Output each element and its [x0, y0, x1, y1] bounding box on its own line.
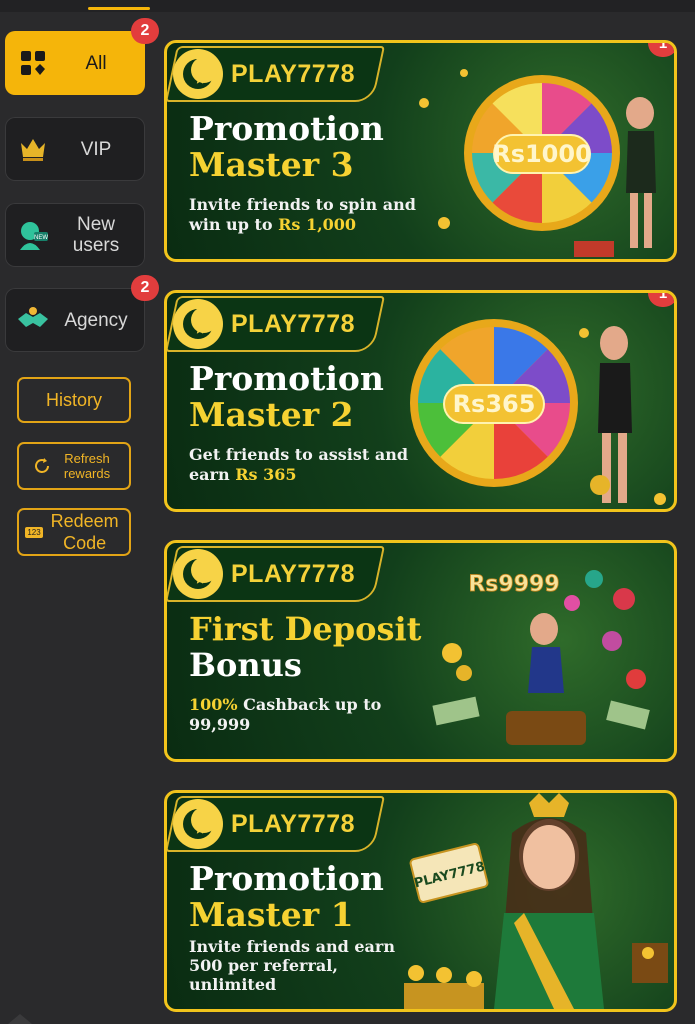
promo-card-first-deposit[interactable]: PLAY7778 First Deposit Bonus 100% Cashba… — [164, 540, 677, 762]
desc-line: 500 per referral, — [189, 956, 338, 975]
wheel-amount: Rs1000 — [492, 140, 592, 168]
desc-line: win up to Rs 1,000 — [189, 215, 357, 234]
redeem-code-label: Redeem Code — [50, 511, 119, 553]
brand-name: PLAY7778 — [231, 309, 355, 338]
top-bar — [0, 0, 695, 12]
crescent-moon-icon — [173, 549, 223, 599]
promo-title: Promotion — [189, 109, 384, 148]
desc-line: Get friends to assist and — [189, 445, 409, 464]
tab-indicator — [88, 7, 150, 10]
crown-icon — [13, 129, 53, 169]
sidebar-item-label: Agency — [64, 309, 128, 331]
sidebar-item-label: VIP — [80, 138, 112, 160]
crescent-moon-icon — [173, 49, 223, 99]
promo-title: First Deposit — [189, 610, 422, 648]
desc-line: 99,999 — [189, 715, 251, 734]
refresh-rewards-button[interactable]: Refresh rewards — [17, 442, 131, 490]
crescent-moon-icon — [173, 799, 223, 849]
deposit-bonus-art: Rs9999 — [404, 543, 674, 759]
refresh-rewards-label: Refresh rewards — [63, 451, 111, 481]
sidebar-item-new-users[interactable]: NEW New users — [5, 203, 145, 267]
sidebar-item-label: All — [85, 52, 107, 74]
desc-line: unlimited — [189, 975, 277, 994]
sidebar-item-all[interactable]: All — [5, 31, 145, 95]
brand-name: PLAY7778 — [231, 59, 355, 88]
brand-name: PLAY7778 — [231, 809, 355, 838]
grid-icon — [13, 43, 53, 83]
promo-subtitle: Master 1 — [189, 895, 354, 934]
desc-line: 100% Cashback up to — [189, 695, 382, 714]
ticket-icon: 123 — [25, 526, 43, 538]
notification-badge: 2 — [131, 275, 159, 301]
redeem-code-button[interactable]: 123 Redeem Code — [17, 508, 131, 556]
promo-card-master-1[interactable]: PLAY7778 Promotion Master 1 Invite frien… — [164, 790, 677, 1012]
new-user-icon: NEW — [13, 215, 53, 255]
svg-text:NEW: NEW — [34, 235, 48, 241]
brand-name: PLAY7778 — [231, 559, 355, 588]
sidebar-item-label: New users — [72, 214, 120, 256]
promo-subtitle: Master 3 — [189, 145, 354, 184]
promo-subtitle: Bonus — [189, 646, 302, 684]
promo-description: 100% Cashback up to 99,999 — [189, 695, 381, 735]
promo-title: Promotion — [189, 359, 384, 398]
sidebar-item-agency[interactable]: Agency — [5, 288, 145, 352]
promo-description: Invite friends to spin and win up to Rs … — [189, 195, 416, 235]
notification-badge: 2 — [131, 18, 159, 44]
spin-wheel-art: Rs365 — [404, 293, 674, 509]
spin-wheel-art: Rs1000 — [404, 43, 674, 259]
promo-subtitle: Master 2 — [189, 395, 354, 434]
promo-description: Get friends to assist and earn Rs 365 — [189, 445, 408, 485]
handshake-icon — [13, 300, 53, 340]
referral-art: PLAY7778 — [404, 793, 674, 1009]
desc-line: earn Rs 365 — [189, 465, 297, 484]
wheel-amount: Rs365 — [453, 390, 536, 418]
sidebar-item-vip[interactable]: VIP — [5, 117, 145, 181]
desc-line: Invite friends and earn — [189, 937, 395, 956]
promo-card-master-3[interactable]: PLAY7778 Promotion Master 3 Invite frien… — [164, 40, 677, 262]
promo-card-master-2[interactable]: PLAY7778 Promotion Master 2 Get friends … — [164, 290, 677, 512]
promo-description: Invite friends and earn 500 per referral… — [189, 937, 395, 994]
deposit-amount: Rs9999 — [468, 572, 559, 597]
promo-title: Promotion — [189, 859, 384, 898]
refresh-icon — [35, 458, 49, 473]
crescent-moon-icon — [173, 299, 223, 349]
scroll-indicator — [0, 1008, 40, 1024]
history-button[interactable]: History — [17, 377, 131, 423]
desc-line: Invite friends to spin and — [189, 195, 416, 214]
